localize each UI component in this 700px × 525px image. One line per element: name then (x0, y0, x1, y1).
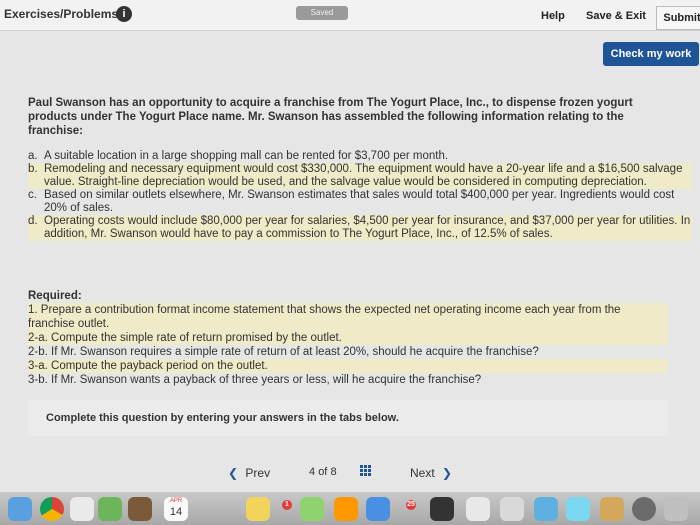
app-icon[interactable] (334, 497, 358, 521)
grid-icon[interactable] (360, 465, 372, 477)
list-item-text: Operating costs would include $80,000 pe… (44, 215, 691, 240)
app-icon[interactable] (300, 497, 324, 521)
app-icon[interactable] (500, 497, 524, 521)
required-item: 2-a. Compute the simple rate of return p… (28, 331, 668, 345)
app-icon[interactable] (98, 497, 122, 521)
page-counter: 4 of 8 (309, 466, 337, 478)
list-item-marker: c. (28, 189, 37, 201)
finder-icon[interactable] (8, 497, 32, 521)
saved-status-badge: Saved (296, 6, 348, 20)
of-label: of (318, 466, 328, 478)
notes-icon[interactable] (246, 497, 270, 521)
total-pages: 8 (330, 466, 337, 478)
prev-button[interactable]: ❮ Prev (228, 466, 270, 480)
notification-badge: 1 (282, 500, 292, 510)
next-button[interactable]: Next ❯ (410, 466, 452, 480)
current-page: 4 (309, 466, 316, 478)
chrome-icon[interactable] (40, 497, 64, 521)
list-item-marker: b. (28, 163, 38, 175)
calendar-icon[interactable]: APR 14 (164, 497, 188, 521)
app-icon[interactable] (128, 497, 152, 521)
instruction-text: Complete this question by entering your … (46, 412, 399, 424)
app-icon[interactable] (664, 497, 688, 521)
problem-info-list: a. A suitable location in a large shoppi… (28, 150, 692, 241)
app-icon[interactable] (70, 497, 94, 521)
app-icon[interactable] (600, 497, 624, 521)
notification-badge: 25 (406, 500, 416, 510)
required-item: 3-a. Compute the payback period on the o… (28, 359, 668, 373)
submit-button[interactable]: Submit (656, 6, 700, 30)
app-icon[interactable] (366, 497, 390, 521)
settings-icon[interactable] (632, 497, 656, 521)
prev-label: Prev (245, 466, 271, 480)
breadcrumb: Exercises/Problems (4, 7, 119, 21)
app-icon[interactable] (534, 497, 558, 521)
info-icon[interactable]: i (116, 6, 132, 22)
save-exit-button[interactable]: Save & Exit (586, 10, 646, 22)
chevron-left-icon: ❮ (228, 466, 239, 480)
calendar-day: 14 (169, 506, 183, 518)
help-button[interactable]: Help (541, 10, 565, 22)
required-item: 3-b. If Mr. Swanson wants a payback of t… (28, 374, 482, 386)
next-label: Next (410, 466, 435, 480)
list-item-marker: a. (28, 150, 38, 162)
required-item: 1. Prepare a contribution format income … (28, 303, 668, 331)
list-item-marker: d. (28, 215, 38, 227)
list-item: c. Based on similar outlets elsewhere, M… (28, 189, 692, 215)
check-my-work-button[interactable]: Check my work (603, 42, 699, 66)
list-item: a. A suitable location in a large shoppi… (28, 150, 692, 163)
required-section: Required: 1. Prepare a contribution form… (28, 289, 668, 387)
app-icon[interactable] (466, 497, 490, 521)
list-item: d. Operating costs would include $80,000… (28, 215, 692, 241)
list-item-text: A suitable location in a large shopping … (44, 150, 449, 162)
calendar-month: APR (169, 498, 183, 504)
chevron-right-icon: ❯ (442, 466, 453, 480)
app-icon[interactable] (566, 497, 590, 521)
list-item-text: Remodeling and necessary equipment would… (44, 163, 683, 188)
app-icon[interactable] (430, 497, 454, 521)
problem-intro: Paul Swanson has an opportunity to acqui… (28, 97, 633, 137)
required-item: 2-b. If Mr. Swanson requires a simple ra… (28, 346, 539, 358)
required-header: Required: (28, 290, 82, 302)
list-item-text: Based on similar outlets elsewhere, Mr. … (44, 189, 675, 214)
list-item: b. Remodeling and necessary equipment wo… (28, 163, 692, 189)
